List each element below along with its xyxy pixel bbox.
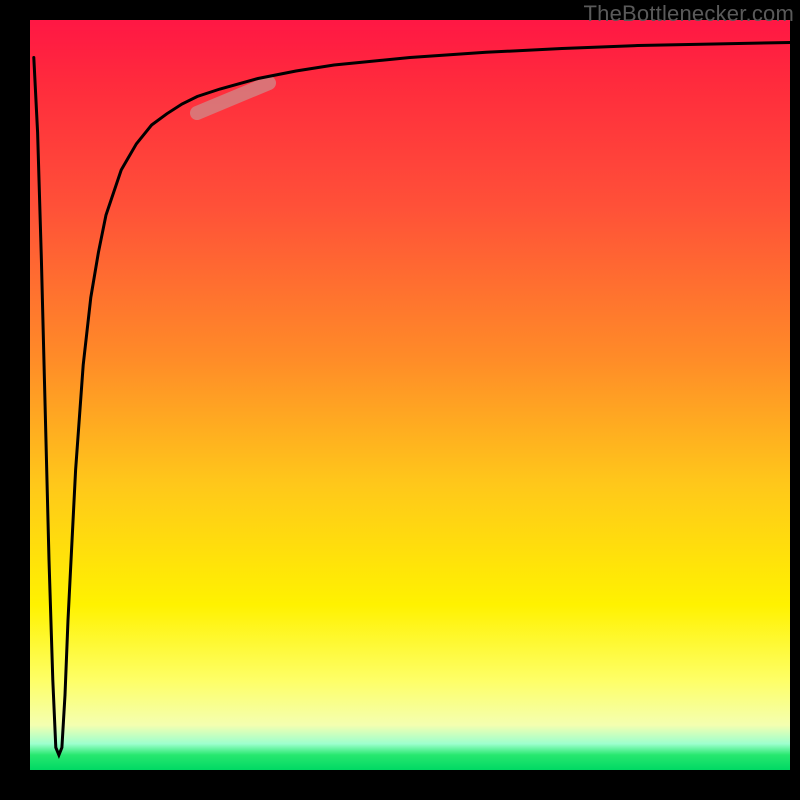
watermark-text: TheBottlenecker.com — [584, 1, 794, 27]
chart-frame: TheBottlenecker.com — [0, 0, 800, 800]
bottleneck-curve — [34, 43, 790, 756]
curve-layer — [30, 20, 790, 770]
curve-highlight — [197, 83, 269, 113]
